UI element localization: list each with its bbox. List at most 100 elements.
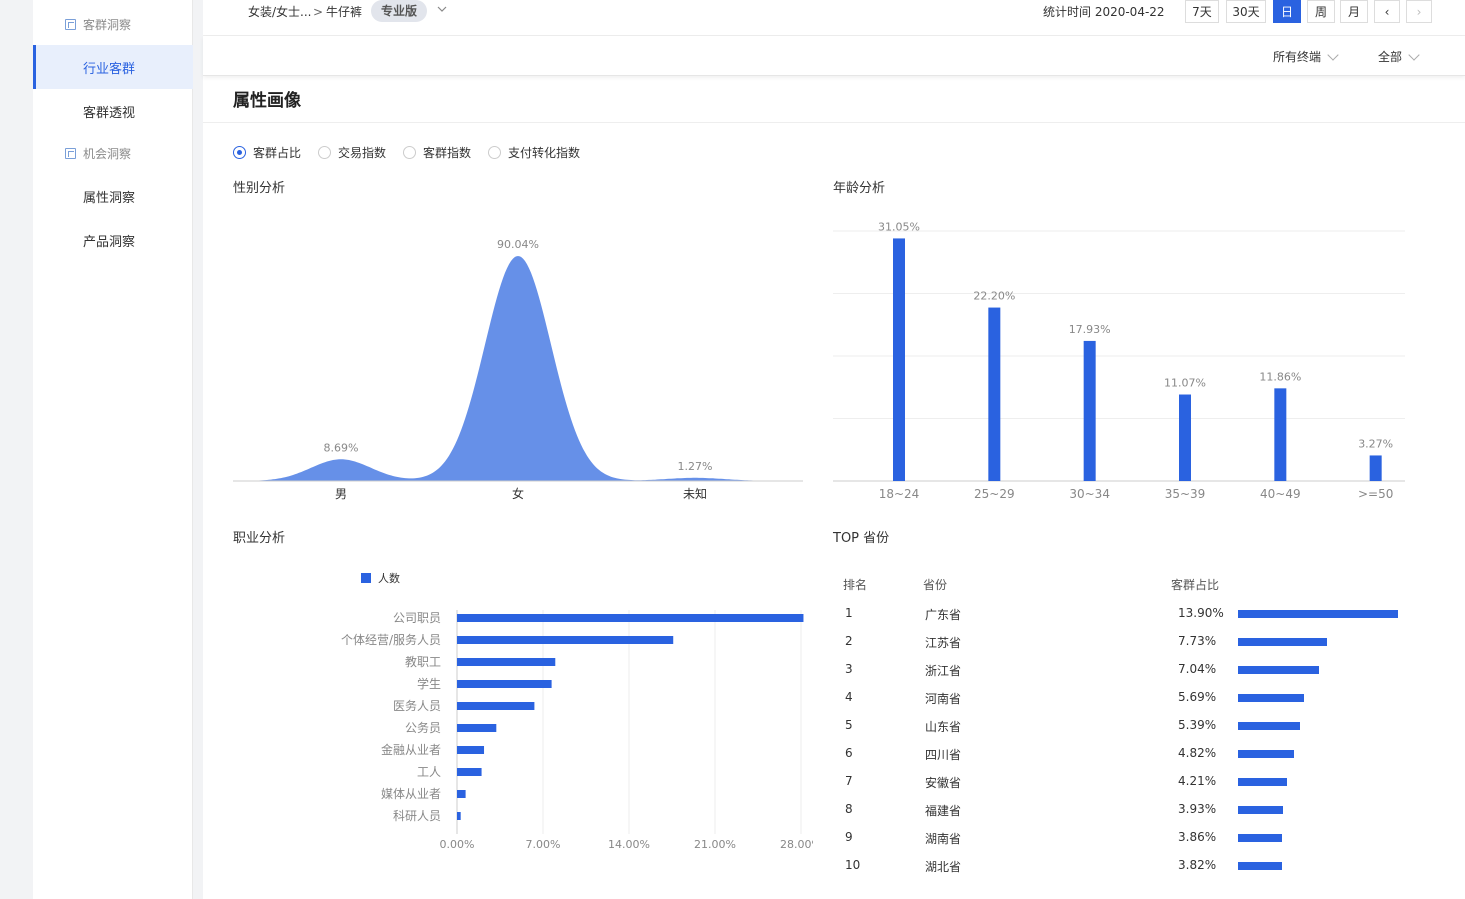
x-tick-label: 28.00% [780, 838, 813, 851]
chevron-down-icon [1327, 48, 1339, 61]
metric-radio-segment-share[interactable]: 客群占比 [233, 144, 301, 161]
data-label: 11.86% [1259, 370, 1301, 383]
metric-radio-label: 交易指数 [338, 146, 387, 160]
period-7d-button[interactable]: 7天 [1185, 0, 1219, 23]
bar [457, 812, 461, 820]
age-panel-title: 年龄分析 [833, 181, 886, 196]
x-tick-label: 0.00% [440, 838, 475, 851]
share-cell: 4.21% [1178, 774, 1217, 788]
metric-radio-label: 支付转化指数 [508, 146, 581, 160]
radio-dot-icon [233, 146, 246, 159]
share-cell: 3.82% [1178, 858, 1217, 872]
chevron-down-icon[interactable] [436, 3, 448, 17]
table-row: 3 浙江省 7.04% [833, 656, 1413, 684]
province-cell: 安徽省 [925, 776, 962, 790]
bar [988, 307, 1001, 481]
bar [457, 658, 556, 666]
rank-cell: 9 [845, 830, 853, 844]
scope-dropdown[interactable]: 全部 [1378, 48, 1420, 65]
table-row: 1 广东省 13.90% [833, 600, 1413, 628]
x-tick-label: 14.00% [608, 838, 650, 851]
legend-label: 人数 [378, 572, 400, 585]
table-row: 9 湖南省 3.86% [833, 824, 1413, 852]
sidebar-item-attribute-insight[interactable]: 属性洞察 [33, 174, 193, 218]
rank-cell: 1 [845, 606, 853, 620]
province-cell: 广东省 [925, 608, 962, 622]
metric-radio-segment-index[interactable]: 客群指数 [403, 144, 471, 161]
metric-radio-label: 客群占比 [253, 146, 302, 160]
share-bar [1238, 722, 1300, 730]
data-label: 1.27% [678, 460, 713, 473]
building-icon [65, 147, 76, 159]
bar [457, 702, 535, 710]
share-bar [1238, 610, 1398, 618]
sidebar-item-industry-segment[interactable]: 行业客群 [33, 45, 193, 89]
column-header-province: 省份 [923, 578, 948, 592]
stat-date: 统计时间 2020-04-22 [1043, 5, 1165, 19]
occupation-panel-title: 职业分析 [233, 531, 286, 546]
share-bar [1238, 834, 1283, 842]
data-label: 22.20% [973, 290, 1015, 303]
table-row: 8 福建省 3.93% [833, 796, 1413, 824]
sidebar-item-label: 客群透视 [83, 105, 136, 121]
x-tick-label: 30~34 [1069, 487, 1110, 501]
share-bar [1238, 666, 1319, 674]
table-row: 10 湖北省 3.82% [833, 852, 1413, 880]
data-label: 3.27% [1358, 437, 1393, 450]
province-panel-title: TOP 省份 [833, 531, 890, 546]
y-tick-label: 科研人员 [393, 809, 441, 823]
next-period-icon[interactable]: › [1406, 0, 1432, 23]
nav-group-opportunity-insight: 机会洞察 [33, 131, 193, 175]
terminal-dropdown[interactable]: 所有终端 [1273, 48, 1339, 65]
terminal-dropdown-label: 所有终端 [1273, 50, 1322, 64]
period-day-button[interactable]: 日 [1273, 0, 1301, 23]
province-cell: 福建省 [925, 804, 962, 818]
table-row: 2 江苏省 7.73% [833, 628, 1413, 656]
share-bar [1238, 778, 1287, 786]
y-tick-label: 医务人员 [393, 698, 441, 713]
section-title: 属性画像 [233, 91, 301, 111]
province-cell: 湖北省 [925, 860, 962, 874]
x-tick-label: >=50 [1358, 487, 1393, 501]
rank-cell: 8 [845, 802, 853, 816]
table-row: 6 四川省 4.82% [833, 740, 1413, 768]
legend-swatch [361, 573, 371, 583]
column-header-share: 客群占比 [1171, 578, 1220, 592]
bar [457, 790, 466, 798]
breadcrumb-subcategory[interactable]: 牛仔裤 [326, 3, 362, 21]
share-cell: 13.90% [1178, 606, 1224, 620]
sidebar-item-product-insight[interactable]: 产品洞察 [33, 218, 193, 262]
age-chart: 31.05% 18~24 22.20% 25~29 17.93% 30~34 11.07% 3… [833, 220, 1405, 501]
bar [1369, 455, 1382, 481]
bar [457, 636, 674, 644]
metric-radio-trade-index[interactable]: 交易指数 [318, 144, 386, 161]
sidebar-item-segment-perspective[interactable]: 客群透视 [33, 89, 193, 133]
share-cell: 4.82% [1178, 746, 1217, 760]
breadcrumb-category[interactable]: 女装/女士... [248, 3, 312, 21]
bar [1083, 340, 1096, 481]
radio-dot-icon [403, 146, 416, 159]
province-cell: 山东省 [925, 720, 962, 734]
prev-period-icon[interactable]: ‹ [1374, 0, 1400, 23]
chevron-down-icon [1408, 48, 1420, 61]
table-row: 7 安徽省 4.21% [833, 768, 1413, 796]
period-month-button[interactable]: 月 [1340, 0, 1368, 23]
breadcrumb-separator: > [313, 5, 324, 19]
y-tick-label: 个体经营/服务人员 [341, 632, 441, 647]
data-label: 8.69% [324, 441, 359, 454]
bar [893, 238, 905, 481]
metric-radio-payment-conversion[interactable]: 支付转化指数 [488, 144, 580, 161]
top-bar: 女装/女士... > 牛仔裤 专业版 统计时间 2020-04-22 7天 30… [203, 0, 1465, 36]
y-tick-label: 公务员 [405, 720, 441, 735]
data-label: 31.05% [878, 220, 920, 233]
x-tick-label: 35~39 [1165, 487, 1206, 501]
rank-cell: 10 [845, 858, 861, 872]
rank-cell: 5 [845, 718, 853, 732]
table-row: 4 河南省 5.69% [833, 684, 1413, 712]
sidebar: 客群洞察 行业客群 客群透视 机会洞察 属性洞察 产品洞察 [33, 0, 193, 899]
period-week-button[interactable]: 周 [1307, 0, 1335, 23]
bar [457, 724, 497, 732]
province-cell: 江苏省 [925, 636, 962, 650]
period-30d-button[interactable]: 30天 [1226, 0, 1266, 23]
x-tick-label: 25~29 [974, 487, 1015, 501]
